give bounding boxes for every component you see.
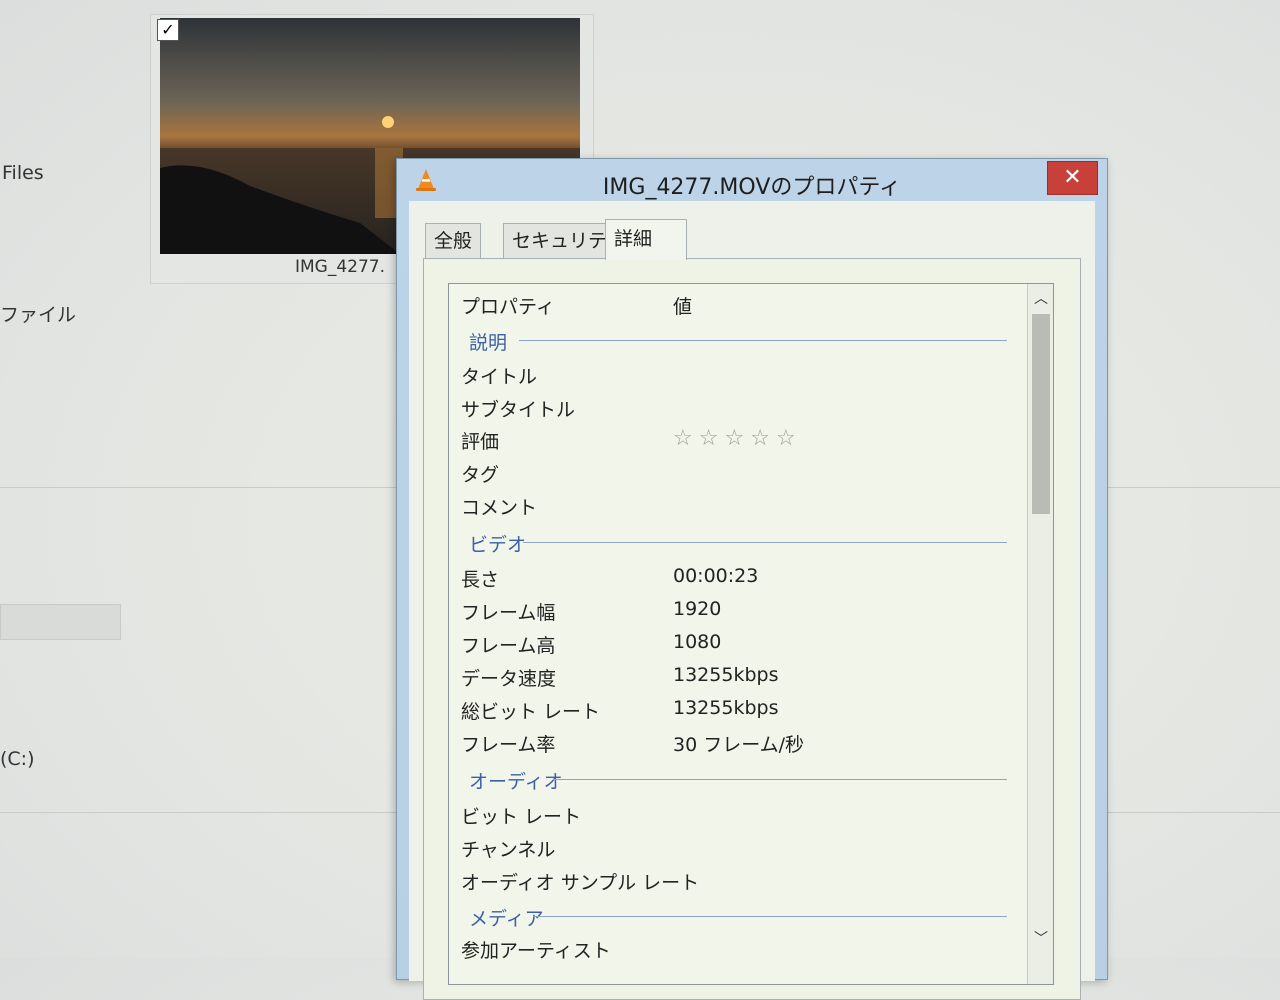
group-divider — [523, 542, 1007, 543]
row-frame-width[interactable]: フレーム幅 — [461, 598, 555, 625]
sidebar-selection[interactable] — [0, 604, 121, 640]
properties-dialog: IMG_4277.MOVのプロパティ ✕ 全般 セキュリティ 詳細 プロパティ … — [396, 158, 1108, 1000]
star-outline-icon[interactable]: ☆ — [673, 428, 693, 450]
row-channels[interactable]: チャンネル — [461, 835, 555, 862]
star-outline-icon[interactable]: ☆ — [724, 428, 744, 450]
star-outline-icon[interactable]: ☆ — [699, 428, 719, 450]
row-tags[interactable]: タグ — [461, 460, 499, 487]
rating-stars[interactable]: ☆ ☆ ☆ ☆ ☆ — [673, 428, 796, 450]
column-header-property[interactable]: プロパティ — [461, 292, 555, 319]
thumbnail-label: IMG_4277. — [295, 257, 386, 277]
row-data-rate[interactable]: データ速度 — [461, 664, 556, 691]
chevron-up-icon[interactable]: ︿ — [1028, 288, 1053, 310]
close-icon: ✕ — [1063, 165, 1082, 190]
sidebar-item-files[interactable]: Files — [2, 162, 44, 184]
value-total-bitrate: 13255kbps — [673, 697, 779, 719]
dialog-client: 全般 セキュリティ 詳細 プロパティ 値 説明 タイトル サブタイトル 評価 ☆… — [409, 201, 1095, 1000]
column-header-value[interactable]: 値 — [673, 292, 692, 319]
row-rating[interactable]: 評価 — [461, 427, 499, 454]
group-header-media: メディア — [469, 908, 544, 930]
tab-general[interactable]: 全般 — [425, 223, 482, 258]
sidebar-item-drive-c[interactable]: (C:) — [0, 748, 35, 770]
row-comment[interactable]: コメント — [461, 493, 537, 520]
star-outline-icon[interactable]: ☆ — [750, 428, 770, 450]
row-frame-height[interactable]: フレーム高 — [461, 631, 555, 658]
close-button[interactable]: ✕ — [1047, 161, 1098, 195]
row-total-bitrate[interactable]: 総ビット レート — [461, 697, 600, 724]
tab-label: 全般 — [434, 230, 473, 252]
row-frame-rate[interactable]: フレーム率 — [461, 730, 555, 757]
row-title[interactable]: タイトル — [461, 362, 537, 389]
vertical-scrollbar[interactable]: ︿ ﹀ — [1027, 284, 1053, 984]
star-outline-icon[interactable]: ☆ — [776, 428, 796, 450]
value-data-rate: 13255kbps — [673, 664, 779, 686]
row-contributing-artists[interactable]: 参加アーティスト — [461, 936, 611, 963]
group-header-video: ビデオ — [469, 534, 527, 556]
dialog-title: IMG_4277.MOVのプロパティ — [602, 175, 902, 200]
row-length[interactable]: 長さ — [461, 565, 499, 592]
value-length: 00:00:23 — [673, 565, 759, 587]
row-audio-bitrate[interactable]: ビット レート — [461, 802, 581, 829]
chevron-down-icon[interactable]: ﹀ — [1028, 928, 1053, 950]
value-frame-width: 1920 — [673, 598, 722, 620]
group-header-description: 説明 — [469, 332, 508, 354]
row-audio-sample-rate[interactable]: オーディオ サンプル レート — [461, 868, 699, 895]
group-divider — [533, 916, 1007, 917]
group-header-audio: オーディオ — [469, 771, 563, 793]
group-divider — [519, 340, 1007, 341]
group-divider — [553, 779, 1007, 780]
property-list[interactable]: プロパティ 値 説明 タイトル サブタイトル 評価 ☆ ☆ ☆ ☆ ☆ タグ コ… — [448, 283, 1054, 985]
details-panel: プロパティ 値 説明 タイトル サブタイトル 評価 ☆ ☆ ☆ ☆ ☆ タグ コ… — [423, 258, 1081, 1000]
value-frame-rate: 30 フレーム/秒 — [673, 734, 805, 756]
tab-details[interactable]: 詳細 — [605, 219, 687, 260]
value-frame-height: 1080 — [673, 631, 722, 653]
sidebar-item-file[interactable]: ファイル — [0, 300, 76, 327]
row-subtitle[interactable]: サブタイトル — [461, 395, 575, 422]
tab-label: 詳細 — [614, 228, 653, 250]
thumbnail-checkbox[interactable]: ✓ — [157, 19, 179, 41]
scroll-thumb[interactable] — [1032, 314, 1050, 514]
